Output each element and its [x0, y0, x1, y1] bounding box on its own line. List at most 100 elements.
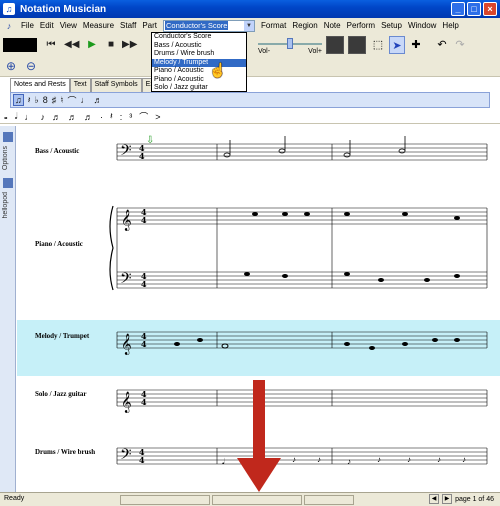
page-navigator: ◀ ▶ page 1 of 46 [429, 494, 494, 504]
part-option[interactable]: Conductor's Score [152, 33, 246, 42]
sidebar-hellopod[interactable]: hellopod [2, 192, 9, 218]
arrow-shaft [253, 380, 265, 460]
minimize-button[interactable]: _ [451, 2, 465, 16]
half-note-icon[interactable]: 𝅗𝅥 [15, 111, 18, 122]
status-panel [212, 495, 302, 505]
close-button[interactable]: × [483, 2, 497, 16]
menu-measure[interactable]: Measure [80, 18, 117, 33]
sixty-fourth-note-icon[interactable]: ♬ [84, 112, 93, 122]
window-title: Notation Musician [20, 3, 107, 15]
hand-cursor-icon: ☝ [209, 62, 227, 78]
dot-icon[interactable]: ♩ [81, 95, 90, 105]
part-option[interactable]: Bass / Acoustic [152, 42, 246, 51]
octave-icon[interactable]: 8 [43, 95, 48, 105]
part-select-value: Conductor's Score [165, 20, 229, 30]
part-option[interactable]: Drums / Wire brush [152, 50, 246, 59]
play-icon[interactable]: ▶ [85, 38, 99, 52]
maximize-button[interactable]: □ [467, 2, 481, 16]
accent-icon[interactable]: ♭ [35, 95, 39, 106]
double-dot-icon[interactable]: : [120, 112, 123, 122]
note-mode-icon[interactable]: ♫ [13, 94, 24, 106]
skip-start-icon[interactable]: ⏮ [44, 38, 58, 52]
mixer-icon[interactable] [326, 36, 344, 54]
tie-icon[interactable]: ⌒ [68, 94, 77, 107]
zoom-out-icon[interactable]: ⊖ [26, 59, 36, 73]
add-icon[interactable]: ✚ [408, 36, 424, 54]
part-option-selected[interactable]: Melody / Trumpet [152, 58, 246, 67]
zoom-in-icon[interactable]: ⊕ [6, 59, 16, 73]
title-bar: ♫ Notation Musician _ □ × [0, 0, 500, 18]
part-option[interactable]: Piano / Acoustic [152, 67, 246, 76]
arrow-head [237, 458, 281, 492]
dotted-icon[interactable]: · [100, 112, 103, 122]
page-indicator: page 1 of 46 [455, 495, 494, 503]
document-icon[interactable]: ♪ [3, 20, 15, 32]
fast-forward-icon[interactable]: ▶▶ [122, 38, 137, 52]
layout-icon[interactable] [348, 36, 366, 54]
rewind-icon[interactable]: ◀◀ [64, 38, 79, 52]
menu-format[interactable]: Format [258, 18, 289, 33]
app-icon: ♫ [3, 3, 15, 15]
menu-bar: ♪ File Edit View Measure Staff Part Cond… [0, 18, 500, 33]
part-dropdown-list: Conductor's Score Bass / Acoustic Drums … [151, 32, 247, 92]
volume-low-label: Vol- [258, 48, 271, 55]
position-display [3, 38, 37, 52]
status-panel [120, 495, 210, 505]
part-option[interactable]: Solo / Jazz guitar [152, 84, 246, 93]
volume-slider[interactable]: Vol- Vol+ [258, 38, 322, 56]
menu-part[interactable]: Part [139, 18, 160, 33]
transport-toolbar: ⏮ ◀◀ ▶ ■ ▶▶ Vol- Vol+ ⬚ ➤ ✚ ↶ ↷ [0, 33, 500, 57]
quarter-note-icon[interactable]: ♩ [24, 112, 33, 122]
volume-knob[interactable] [287, 38, 293, 49]
sidebar-options[interactable]: Options [2, 146, 9, 170]
score-view[interactable]: Bass / Acoustic Piano / Acoustic Melody … [17, 126, 500, 492]
part-select[interactable]: Conductor's Score ▼ [163, 19, 255, 32]
zoom-toolbar: ⊕ ⊖ [0, 57, 500, 77]
status-bar: Ready ◀ ▶ page 1 of 46 [0, 492, 500, 506]
prev-page-icon[interactable]: ◀ [429, 494, 440, 504]
menu-file[interactable]: File [18, 18, 37, 33]
menu-window[interactable]: Window [405, 18, 439, 33]
volume-high-label: Vol+ [308, 48, 322, 55]
annotation-arrow [237, 380, 281, 492]
undo-icon[interactable]: ↶ [434, 36, 450, 54]
grace-note-icon[interactable]: ♮ [60, 95, 63, 106]
stop-icon[interactable]: ■ [104, 38, 118, 52]
status-panel [304, 495, 354, 505]
tab-text[interactable]: Text [69, 78, 91, 92]
menu-help[interactable]: Help [439, 18, 461, 33]
notes-palette: ♫ 𝄽 ♭ 8 ♯ ♮ ⌒ ♩ ♬ [10, 92, 490, 108]
menu-perform[interactable]: Perform [344, 18, 378, 33]
pointer-icon[interactable]: ➤ [389, 36, 405, 54]
accent-mark-icon[interactable]: > [155, 112, 160, 122]
status-text: Ready [4, 495, 25, 502]
tab-notes-rests[interactable]: Notes and Rests [10, 78, 70, 92]
triplet-icon[interactable]: ³ [129, 112, 132, 122]
menu-region[interactable]: Region [289, 18, 320, 33]
thirty-second-note-icon[interactable]: ♬ [68, 112, 77, 122]
chevron-down-icon[interactable]: ▼ [244, 20, 254, 31]
palette-tabs: Notes and Rests Text Staff Symbols Expre [10, 78, 168, 92]
select-region-icon[interactable]: ⬚ [370, 36, 386, 54]
menu-view[interactable]: View [57, 18, 80, 33]
beam-icon[interactable]: ♬ [94, 95, 103, 105]
hellopod-icon[interactable] [3, 178, 13, 188]
redo-icon[interactable]: ↷ [452, 36, 468, 54]
durations-palette: 𝅝 𝅗𝅥 ♩ ♪ ♬ ♬ ♬ · 𝄽 : ³ ⌒ > [0, 110, 500, 124]
options-icon[interactable] [3, 132, 13, 142]
tab-staff-symbols[interactable]: Staff Symbols [90, 78, 142, 92]
whole-note-icon[interactable]: 𝅝 [4, 111, 8, 122]
menu-staff[interactable]: Staff [117, 18, 139, 33]
rest-icon[interactable]: 𝄽 [110, 111, 113, 122]
eighth-note-icon[interactable]: ♪ [40, 112, 45, 122]
rest-mode-icon[interactable]: 𝄽 [28, 95, 31, 106]
part-option[interactable]: Piano / Acoustic [152, 76, 246, 85]
menu-edit[interactable]: Edit [37, 18, 57, 33]
tuplet-icon[interactable]: ♯ [52, 95, 57, 105]
slur-icon[interactable]: ⌒ [139, 110, 148, 123]
next-page-icon[interactable]: ▶ [442, 494, 453, 504]
left-sidebar: Options hellopod [0, 126, 16, 492]
menu-note[interactable]: Note [321, 18, 344, 33]
sixteenth-note-icon[interactable]: ♬ [52, 112, 61, 122]
menu-setup[interactable]: Setup [378, 18, 405, 33]
